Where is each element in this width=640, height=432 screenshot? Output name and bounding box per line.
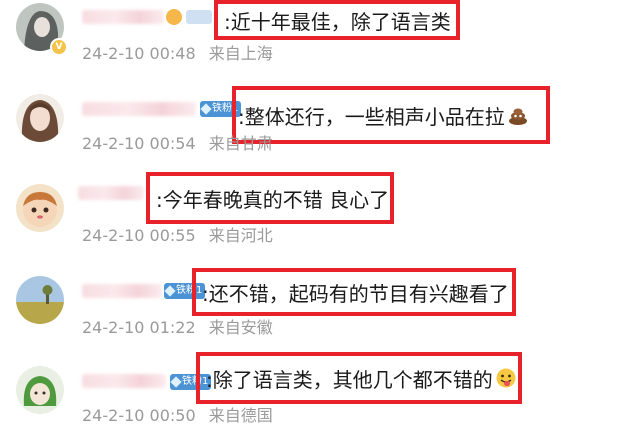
diamond-icon xyxy=(200,103,212,115)
avatar[interactable] xyxy=(16,94,64,142)
comment-meta: 24-2-10 00:50 来自德国 xyxy=(82,402,273,426)
username-blurred[interactable] xyxy=(78,186,144,200)
comment-text-highlight: :还不错，起码有的节目有兴趣看了 xyxy=(192,268,516,316)
comment-meta: 24-2-10 00:54 来自甘肃 xyxy=(82,130,273,154)
comment-item: :今年春晚真的不错 良心了 24-2-10 00:55 来自河北 xyxy=(0,172,640,258)
comment-text: :近十年最佳，除了语言类 xyxy=(224,9,451,34)
comment-text: :除了语言类，其他几个都不错的 xyxy=(206,367,493,392)
comment-text-highlight-inner: :整体还行，一些相声小品在拉 xyxy=(232,86,550,144)
comment-text: :整体还行，一些相声小品在拉 xyxy=(238,104,505,129)
comment-meta: 24-2-10 00:48 来自上海 xyxy=(82,40,273,64)
location: 来自德国 xyxy=(208,406,273,425)
comment-meta: 24-2-10 01:22 来自安徽 xyxy=(82,314,273,338)
location: 来自河北 xyxy=(208,226,273,245)
timestamp: 24-2-10 01:22 xyxy=(82,318,196,337)
username-blurred[interactable] xyxy=(82,374,166,388)
comment-item: 铁粉1 :除了语言类，其他几个都不错的 24-2-10 00:50 来自德国 xyxy=(0,344,640,430)
comment-meta: 24-2-10 00:55 来自河北 xyxy=(82,222,273,246)
comment-item: 铁粉1 :还不错，起码有的节目有兴趣看了 24-2-10 01:22 来自安徽 xyxy=(0,258,640,344)
comment-text: :今年春晚真的不错 良心了 xyxy=(156,187,390,212)
level-icon xyxy=(186,10,212,24)
avatar-image xyxy=(16,184,64,232)
poop-emoji-icon xyxy=(508,108,527,125)
avatar[interactable] xyxy=(16,184,64,232)
verified-v-icon: V xyxy=(50,38,68,56)
diamond-icon xyxy=(170,376,182,388)
avatar-image xyxy=(16,366,64,414)
comment-text: :还不错，起码有的节目有兴趣看了 xyxy=(202,281,509,306)
location: 来自甘肃 xyxy=(208,134,273,153)
avatar-image xyxy=(16,276,64,324)
diamond-icon xyxy=(164,285,176,297)
username-blurred[interactable] xyxy=(82,284,162,298)
username-blurred[interactable] xyxy=(82,102,196,116)
username-blurred[interactable] xyxy=(82,10,164,24)
avatar[interactable] xyxy=(16,276,64,324)
comment-text-highlight: :今年春晚真的不错 良心了 xyxy=(146,172,394,224)
timestamp: 24-2-10 00:48 xyxy=(82,44,196,63)
tongue-out-emoji-icon xyxy=(496,368,516,388)
comment-text-highlight: :近十年最佳，除了语言类 xyxy=(214,0,460,40)
comment-text-highlight: :除了语言类，其他几个都不错的 xyxy=(196,352,522,404)
avatar[interactable] xyxy=(16,366,64,414)
comment-item: 铁粉1 :整体还行，一些相声小品在拉 24-2-10 00:54 来自甘肃 xyxy=(0,86,640,172)
crown-icon xyxy=(166,9,182,25)
comment-item: V :近十年最佳，除了语言类 24-2-10 00:48 来自上海 xyxy=(0,0,640,86)
timestamp: 24-2-10 00:55 xyxy=(82,226,196,245)
timestamp: 24-2-10 00:50 xyxy=(82,406,196,425)
location: 来自上海 xyxy=(208,44,273,63)
location: 来自安徽 xyxy=(208,318,273,337)
timestamp: 24-2-10 00:54 xyxy=(82,134,196,153)
avatar-image xyxy=(16,94,64,142)
